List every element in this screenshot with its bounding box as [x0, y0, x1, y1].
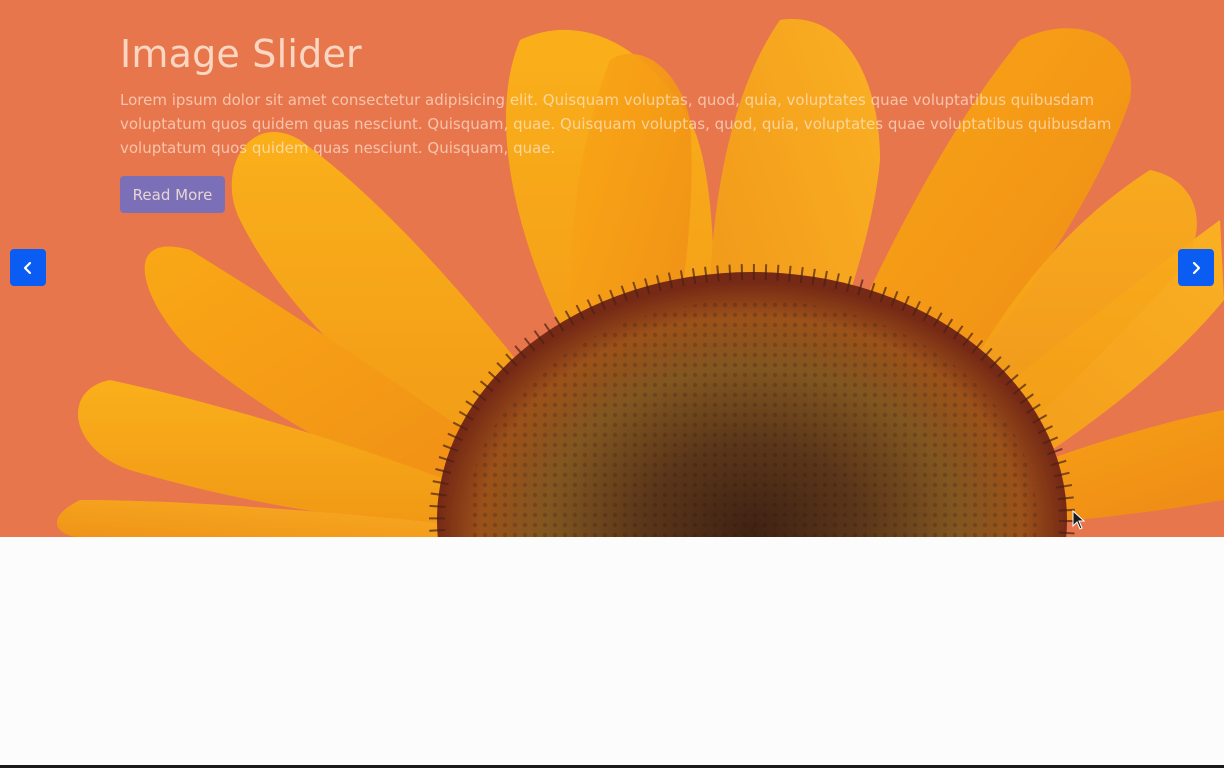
slide-description: Lorem ipsum dolor sit amet consectetur a… — [120, 91, 1112, 157]
page: Image Slider Lorem ipsum dolor sit amet … — [0, 0, 1224, 768]
page-body — [0, 537, 1224, 768]
previous-slide-button[interactable] — [10, 249, 46, 286]
next-slide-button[interactable] — [1178, 249, 1214, 286]
chevron-right-icon — [1192, 261, 1201, 274]
slide-title: Image Slider — [120, 32, 362, 76]
read-more-button[interactable]: Read More — [120, 176, 225, 213]
chevron-left-icon — [23, 261, 32, 274]
image-slider: Image Slider Lorem ipsum dolor sit amet … — [0, 0, 1224, 537]
mouse-cursor-icon — [1072, 510, 1086, 530]
slide-caption: Image Slider Lorem ipsum dolor sit amet … — [120, 30, 1150, 213]
